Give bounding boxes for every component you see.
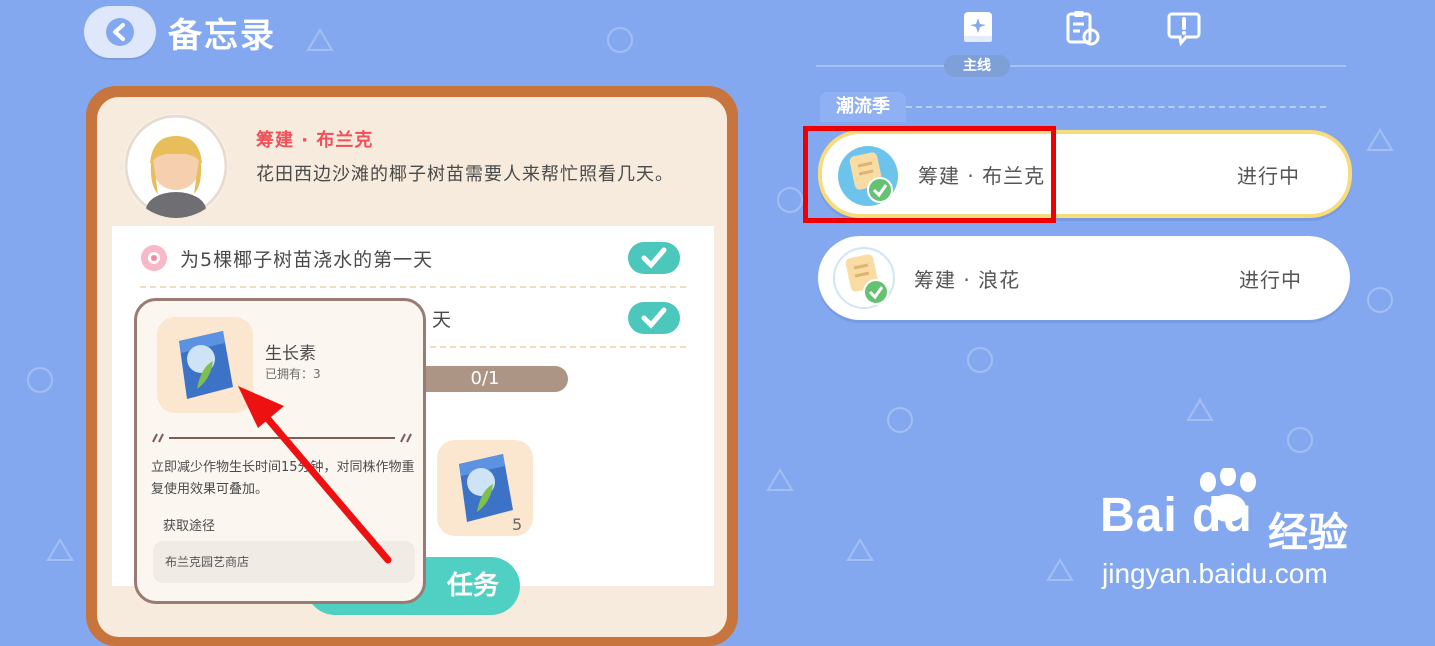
npc-avatar bbox=[124, 114, 228, 218]
tab-underline bbox=[816, 65, 1346, 67]
watermark-logo: Bai du bbox=[1100, 489, 1253, 542]
task-complete-check bbox=[628, 302, 680, 334]
quest-status: 进行中 bbox=[1237, 163, 1300, 188]
reward-count: 5 bbox=[512, 515, 523, 534]
quest-item-langhua[interactable]: 筹建 · 浪花 进行中 bbox=[818, 236, 1350, 320]
fertilizer-bag-icon bbox=[179, 331, 233, 399]
tooltip-source-title: 获取途径 bbox=[163, 519, 216, 534]
tooltip-divider bbox=[152, 433, 412, 443]
task-text: 为5棵椰子树苗浇水的第一天 bbox=[180, 248, 434, 271]
back-button[interactable] bbox=[84, 6, 156, 58]
clipboard-refresh-icon[interactable] bbox=[1064, 10, 1100, 46]
task-text: 天 bbox=[432, 308, 453, 331]
tooltip-item-name: 生长素 bbox=[265, 344, 316, 364]
book-star-icon[interactable] bbox=[960, 10, 996, 46]
quest-name: 筹建 · 浪花 bbox=[914, 267, 1021, 292]
tab-main[interactable]: 主线 bbox=[944, 55, 1010, 77]
watermark-cn: 经验 bbox=[1268, 510, 1348, 556]
highlight-annotation bbox=[803, 126, 1056, 223]
quest-description: 花田西边沙滩的椰子树苗需要人来帮忙照看几天。 bbox=[256, 164, 674, 185]
check-icon bbox=[641, 307, 667, 329]
tooltip-description: 立即减少作物生长时间15分钟，对同株作物重复使用效果可叠加。 bbox=[151, 460, 415, 497]
back-arrow-icon bbox=[106, 18, 134, 46]
watering-can-icon bbox=[141, 245, 167, 271]
tooltip-source-item: 布兰克园艺商店 bbox=[165, 555, 250, 569]
quest-status: 进行中 bbox=[1239, 267, 1302, 292]
page-title: 备忘录 bbox=[168, 16, 276, 56]
tooltip-owned-count: 已拥有：3 bbox=[265, 367, 321, 381]
watermark-url: jingyan.baidu.com bbox=[1102, 558, 1328, 589]
task-row: 为5棵椰子树苗浇水的第一天 bbox=[112, 228, 714, 288]
task-progress: 0/1 bbox=[402, 366, 568, 392]
task-complete-check bbox=[628, 242, 680, 274]
npc-name: 筹建 · 布兰克 bbox=[256, 130, 374, 151]
check-icon bbox=[641, 247, 667, 269]
tooltip-item-tile bbox=[157, 317, 253, 413]
tooltip-source-entry[interactable]: 布兰克园艺商店 bbox=[153, 541, 415, 583]
item-tooltip: 生长素 已拥有：3 立即减少作物生长时间15分钟，对同株作物重复使用效果可叠加。… bbox=[134, 298, 426, 604]
section-divider bbox=[906, 106, 1326, 108]
chat-exclaim-icon[interactable] bbox=[1166, 10, 1202, 46]
quest-note-icon bbox=[833, 247, 895, 309]
section-label: 潮流季 bbox=[820, 92, 906, 122]
